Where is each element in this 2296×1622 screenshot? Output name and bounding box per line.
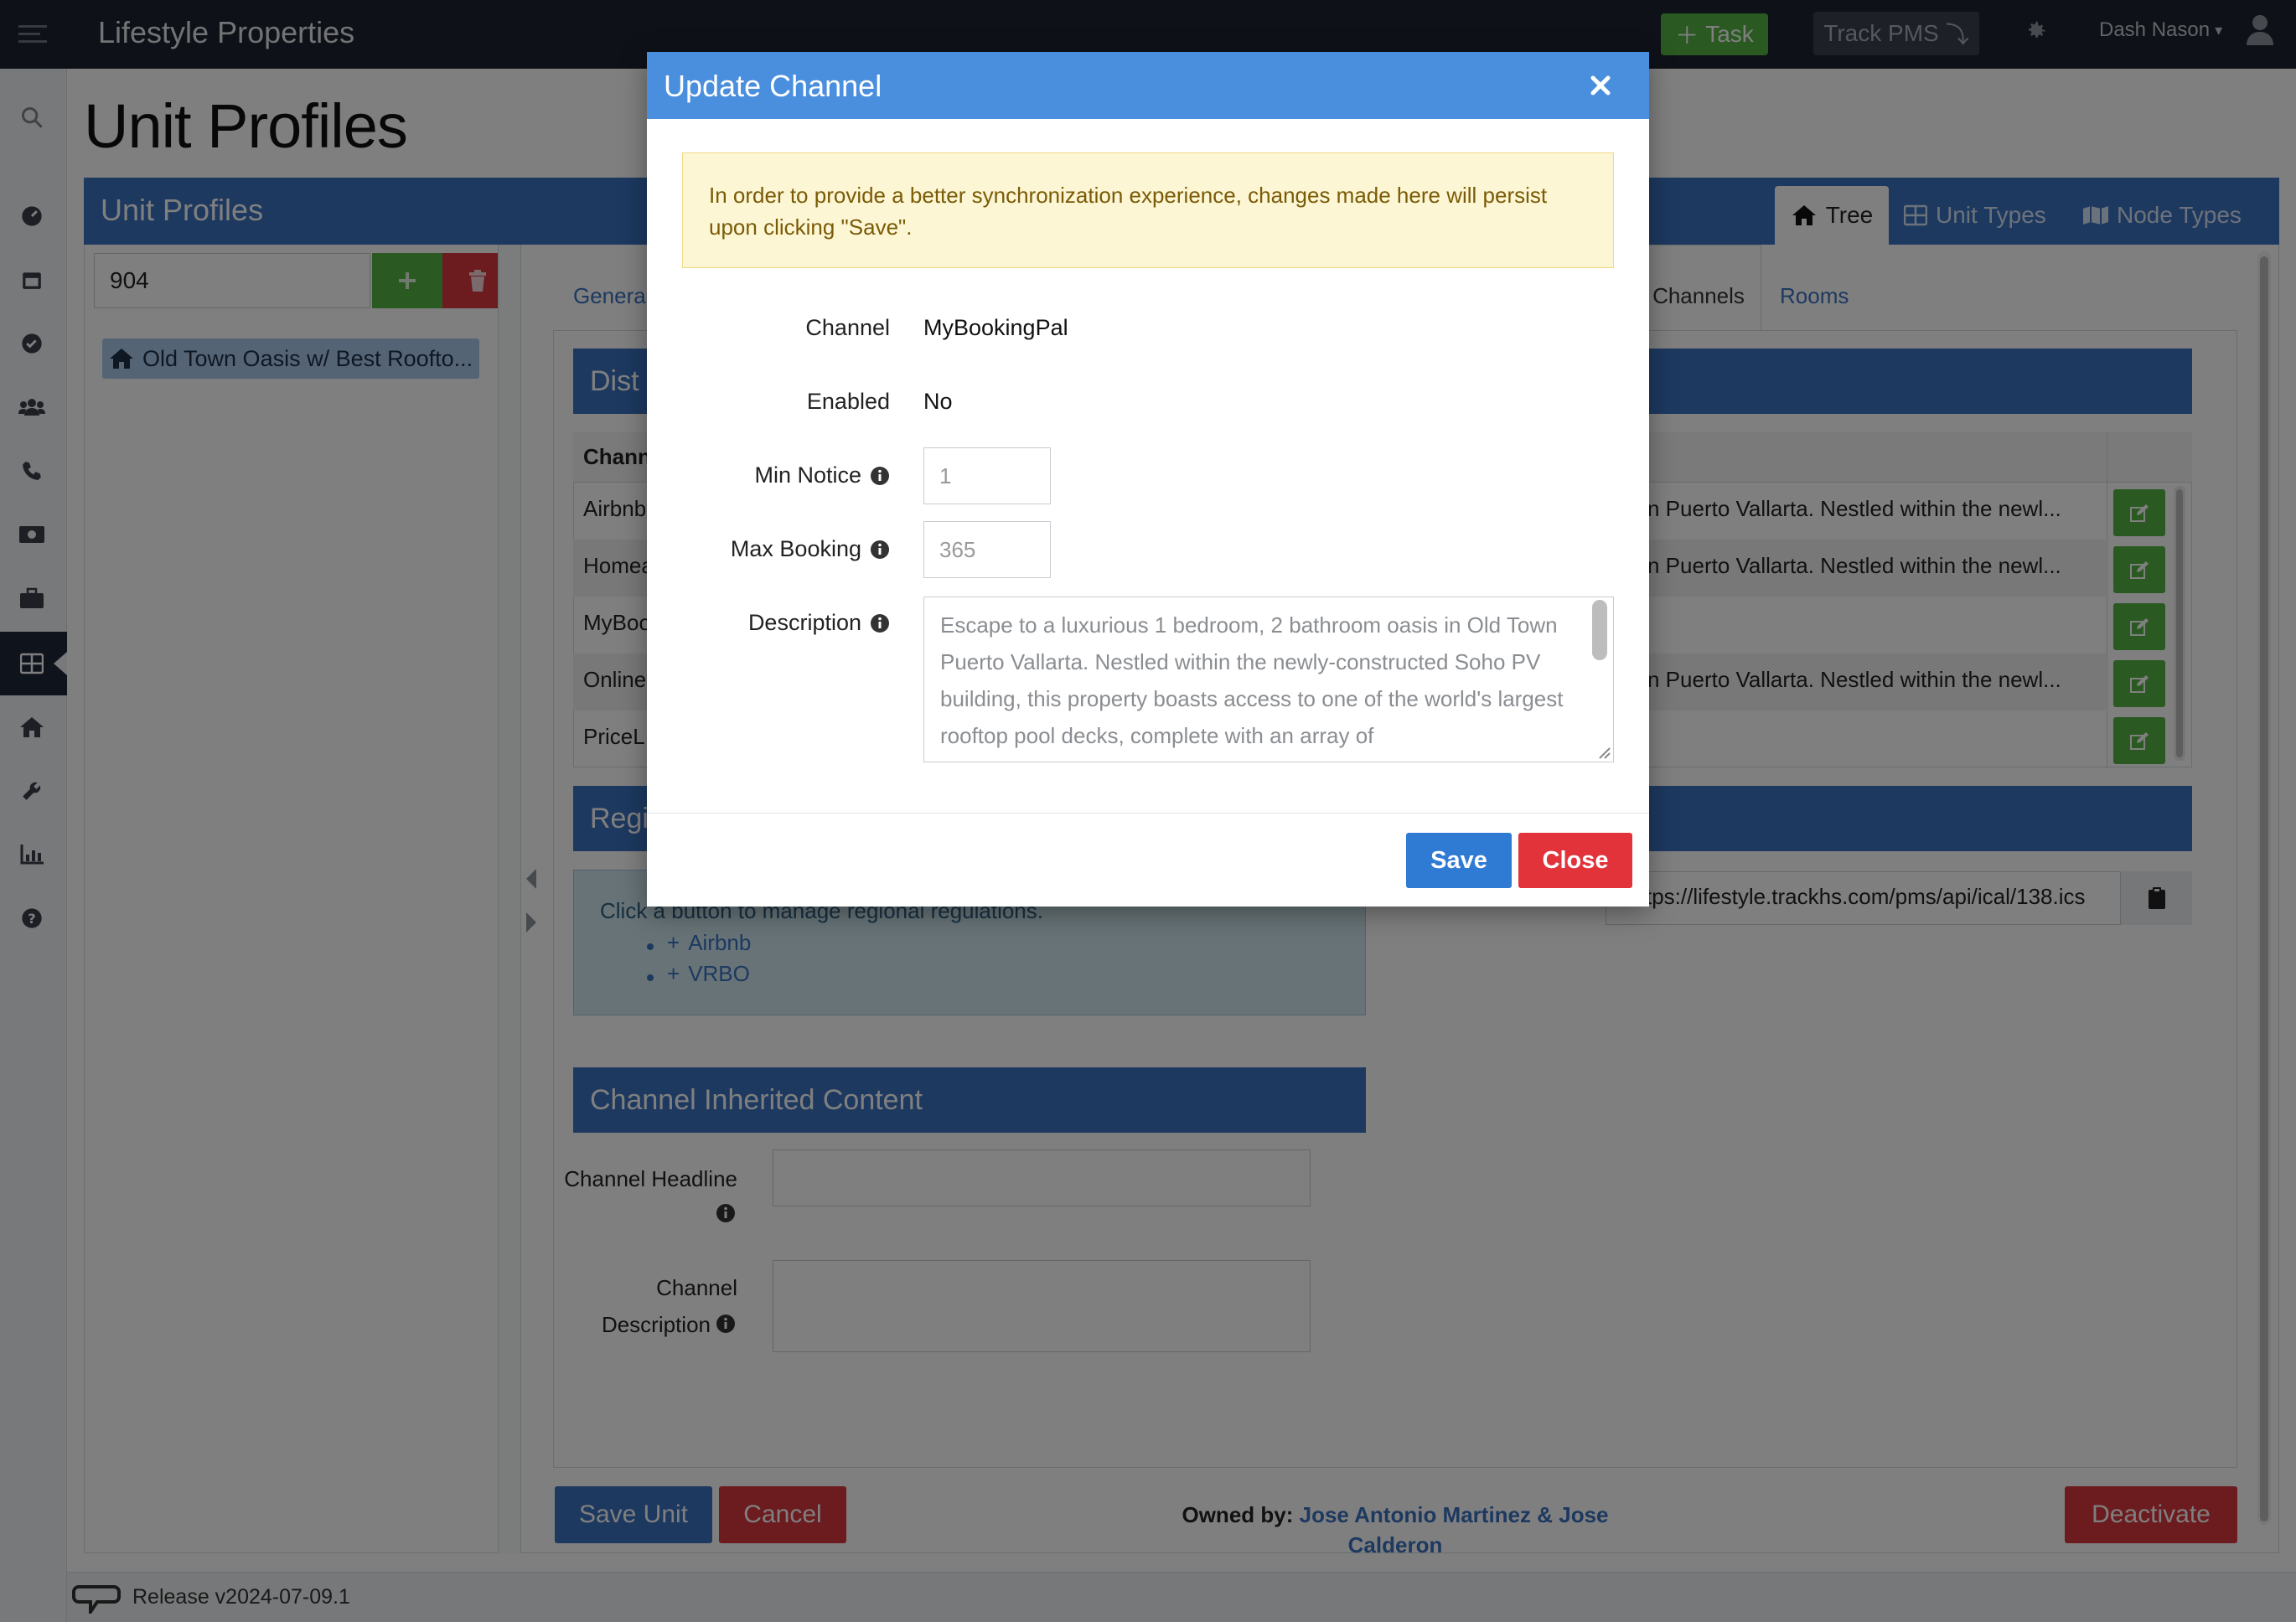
modal-footer-divider [647,813,1649,814]
enabled-label: Enabled [639,389,890,415]
channel-label-text: Channel [805,315,890,340]
min-notice-label-text: Min Notice [754,462,861,488]
info-icon[interactable] [870,613,890,633]
max-booking-label-text: Max Booking [730,536,861,561]
min-notice-label: Min Notice [639,462,890,488]
modal-title: Update Channel [664,69,882,103]
description-label: Description [639,610,890,636]
min-notice-input[interactable]: 1 [923,447,1051,504]
channel-value: MyBookingPal [923,315,1068,340]
info-icon[interactable] [870,540,890,560]
max-booking-input[interactable]: 365 [923,521,1051,578]
channel-label: Channel [639,315,890,341]
textarea-scrollbar[interactable] [1592,600,1607,660]
max-booking-label: Max Booking [639,536,890,562]
info-icon[interactable] [870,466,890,486]
resize-handle-icon[interactable] [1597,746,1611,759]
alert-text: In order to provide a better synchroniza… [709,183,1548,240]
close-icon[interactable] [1590,75,1611,96]
modal-close-button[interactable]: Close [1518,833,1632,888]
modal-save-button[interactable]: Save [1406,833,1512,888]
description-placeholder: Escape to a luxurious 1 bedroom, 2 bathr… [940,612,1564,748]
description-label-text: Description [747,610,861,635]
enabled-value: No [923,389,953,414]
enabled-label-text: Enabled [806,389,890,414]
